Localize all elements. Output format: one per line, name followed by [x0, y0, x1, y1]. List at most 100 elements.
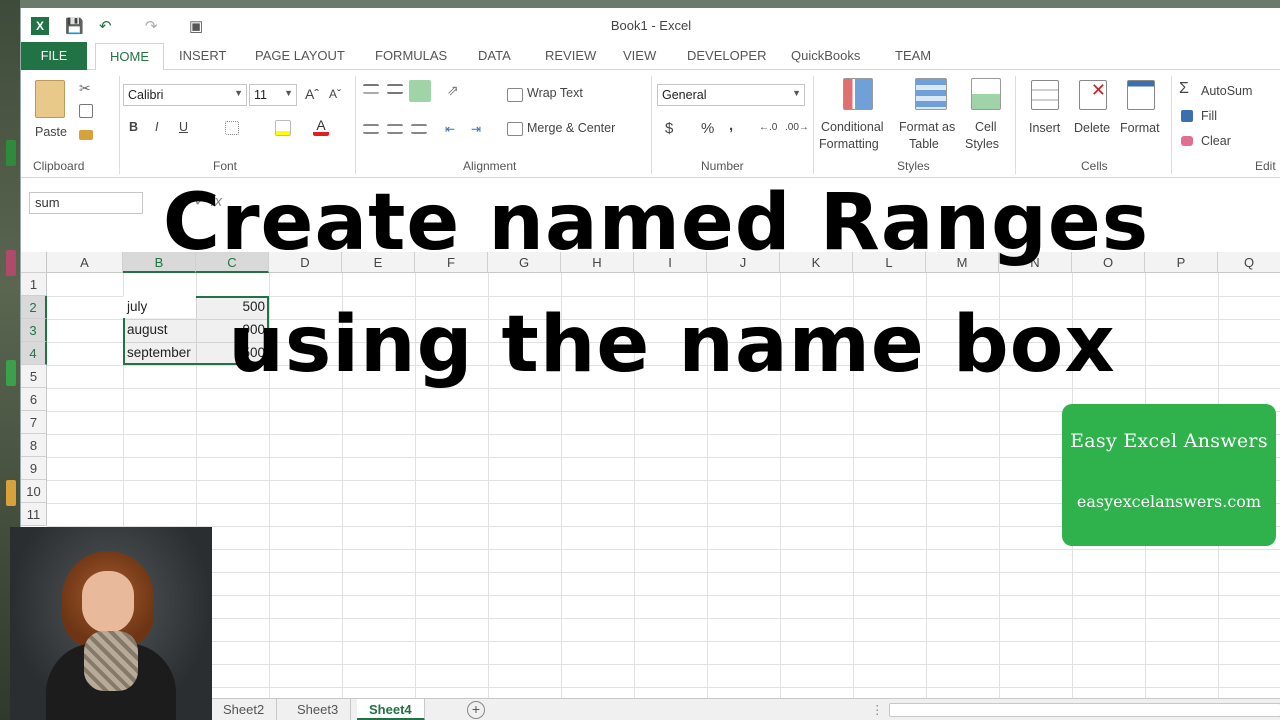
group-separator	[1015, 76, 1016, 174]
cell-styles-line1[interactable]: Cell	[975, 120, 997, 134]
sheet-tab-sheet2[interactable]: Sheet2	[211, 699, 278, 720]
row-header[interactable]: 1	[21, 273, 47, 296]
format-as-table-icon[interactable]	[915, 78, 947, 110]
font-name-combo[interactable]: Calibri ▼	[123, 84, 247, 106]
tab-review[interactable]: REVIEW	[545, 48, 596, 63]
font-name-value: Calibri	[128, 88, 164, 102]
orientation-icon[interactable]: ⇗	[447, 82, 459, 99]
conditional-formatting-line2[interactable]: Formatting	[819, 137, 879, 151]
align-left-icon[interactable]	[363, 124, 379, 134]
paste-button[interactable]: Paste	[35, 125, 67, 139]
tab-insert[interactable]: INSERT	[179, 48, 226, 63]
row-header[interactable]: 10	[21, 480, 47, 503]
wrap-text-button[interactable]: Wrap Text	[527, 86, 583, 100]
conditional-formatting-icon[interactable]	[843, 78, 873, 110]
clear-button[interactable]: Clear	[1201, 134, 1231, 148]
row-header[interactable]: 7	[21, 411, 47, 434]
format-as-table-line1[interactable]: Format as	[899, 120, 955, 134]
presenter-photo	[10, 527, 212, 720]
title-bar: X 💾 ↶ ↷ ▣ Book1 - Excel	[21, 8, 1280, 42]
percent-button[interactable]: %	[701, 120, 714, 137]
format-painter-icon[interactable]	[79, 130, 93, 140]
alignment-group-label: Alignment	[463, 159, 517, 173]
increase-indent-icon[interactable]: ⇥	[471, 122, 481, 136]
row-header[interactable]: 9	[21, 457, 47, 480]
align-center-icon[interactable]	[387, 124, 403, 134]
tab-view[interactable]: VIEW	[623, 48, 656, 63]
add-sheet-icon[interactable]: +	[467, 701, 485, 719]
cell-styles-line2[interactable]: Styles	[965, 137, 999, 151]
grow-font-icon[interactable]: Aˆ	[305, 86, 319, 102]
scarf-shape	[84, 631, 138, 691]
decrease-decimal-icon[interactable]: .00→	[785, 122, 809, 133]
tab-data[interactable]: DATA	[478, 48, 511, 63]
group-separator	[813, 76, 814, 174]
increase-decimal-icon[interactable]: ←.0	[759, 122, 777, 133]
grid-row-line	[47, 618, 1280, 619]
autosum-icon[interactable]: Σ	[1179, 80, 1189, 98]
font-group-label: Font	[213, 159, 238, 173]
tab-team[interactable]: TEAM	[895, 48, 931, 63]
font-color-icon[interactable]: A	[313, 118, 329, 136]
middle-align-icon[interactable]	[387, 84, 403, 94]
grid-row-line	[47, 687, 1280, 688]
styles-group-label: Styles	[897, 159, 930, 173]
badge-url: easyexcelanswers.com	[1076, 492, 1262, 511]
shrink-font-icon[interactable]: Aˇ	[329, 87, 341, 101]
top-align-icon[interactable]	[363, 84, 379, 94]
cells-group-label: Cells	[1081, 159, 1108, 173]
grid-row-line	[47, 595, 1280, 596]
fill-color-icon[interactable]	[275, 120, 291, 136]
bold-button[interactable]: B	[129, 120, 138, 134]
merge-center-button[interactable]: Merge & Center	[527, 121, 615, 135]
horizontal-scrollbar[interactable]	[889, 703, 1280, 717]
merge-center-icon[interactable]	[507, 122, 523, 136]
fill-button[interactable]: Fill	[1201, 109, 1217, 123]
delete-cells-icon[interactable]: ✕	[1079, 80, 1107, 110]
grid-row-line	[47, 641, 1280, 642]
insert-cells-icon[interactable]	[1031, 80, 1059, 110]
row-header[interactable]: 8	[21, 434, 47, 457]
decrease-indent-icon[interactable]: ⇤	[445, 122, 455, 136]
row-header[interactable]: 11	[21, 503, 47, 526]
ribbon-tabs: FILE HOME INSERT PAGE LAYOUT FORMULAS DA…	[21, 42, 1280, 71]
underline-button[interactable]: U	[179, 120, 188, 134]
align-right-icon[interactable]	[411, 124, 427, 134]
borders-icon[interactable]	[225, 121, 239, 135]
sheet-tab-sheet3[interactable]: Sheet3	[285, 699, 352, 720]
format-as-table-line2[interactable]: Table	[909, 137, 939, 151]
italic-button[interactable]: I	[155, 120, 158, 134]
group-separator	[1171, 76, 1172, 174]
tab-file[interactable]: FILE	[21, 42, 87, 70]
bottom-align-icon[interactable]	[409, 80, 431, 102]
tab-formulas[interactable]: FORMULAS	[375, 48, 447, 63]
number-format-combo[interactable]: General ▼	[657, 84, 805, 106]
tab-home[interactable]: HOME	[95, 43, 164, 71]
wrap-text-icon[interactable]	[507, 88, 523, 102]
group-separator	[119, 76, 120, 174]
format-cells-icon[interactable]	[1127, 80, 1155, 110]
delete-cells-button[interactable]: Delete	[1074, 121, 1110, 135]
cut-icon[interactable]: ✂	[79, 80, 91, 97]
clear-icon[interactable]	[1181, 136, 1193, 146]
copy-icon[interactable]	[79, 104, 93, 118]
insert-cells-button[interactable]: Insert	[1029, 121, 1060, 135]
format-cells-button[interactable]: Format	[1120, 121, 1160, 135]
font-size-combo[interactable]: 11 ▼	[249, 84, 297, 106]
scroll-split-icon[interactable]: ⋮	[871, 702, 884, 717]
currency-button[interactable]: $	[665, 120, 673, 137]
conditional-formatting-line1[interactable]: Conditional	[821, 120, 884, 134]
tab-page-layout[interactable]: PAGE LAYOUT	[255, 48, 345, 63]
fill-icon[interactable]	[1181, 110, 1193, 122]
autosum-button[interactable]: AutoSum	[1201, 84, 1252, 98]
row-header[interactable]: 6	[21, 388, 47, 411]
cell-styles-icon[interactable]	[971, 78, 1001, 110]
sheet-tab-sheet4[interactable]: Sheet4	[357, 699, 425, 720]
comma-style-button[interactable]: ,	[729, 117, 733, 134]
badge-title: Easy Excel Answers	[1070, 430, 1268, 452]
brand-badge: Easy Excel Answers easyexcelanswers.com	[1062, 404, 1276, 546]
paste-icon[interactable]	[35, 80, 65, 118]
tab-quickbooks[interactable]: QuickBooks	[791, 48, 860, 63]
editing-group-label: Edit	[1255, 159, 1276, 173]
tab-developer[interactable]: DEVELOPER	[687, 48, 766, 63]
